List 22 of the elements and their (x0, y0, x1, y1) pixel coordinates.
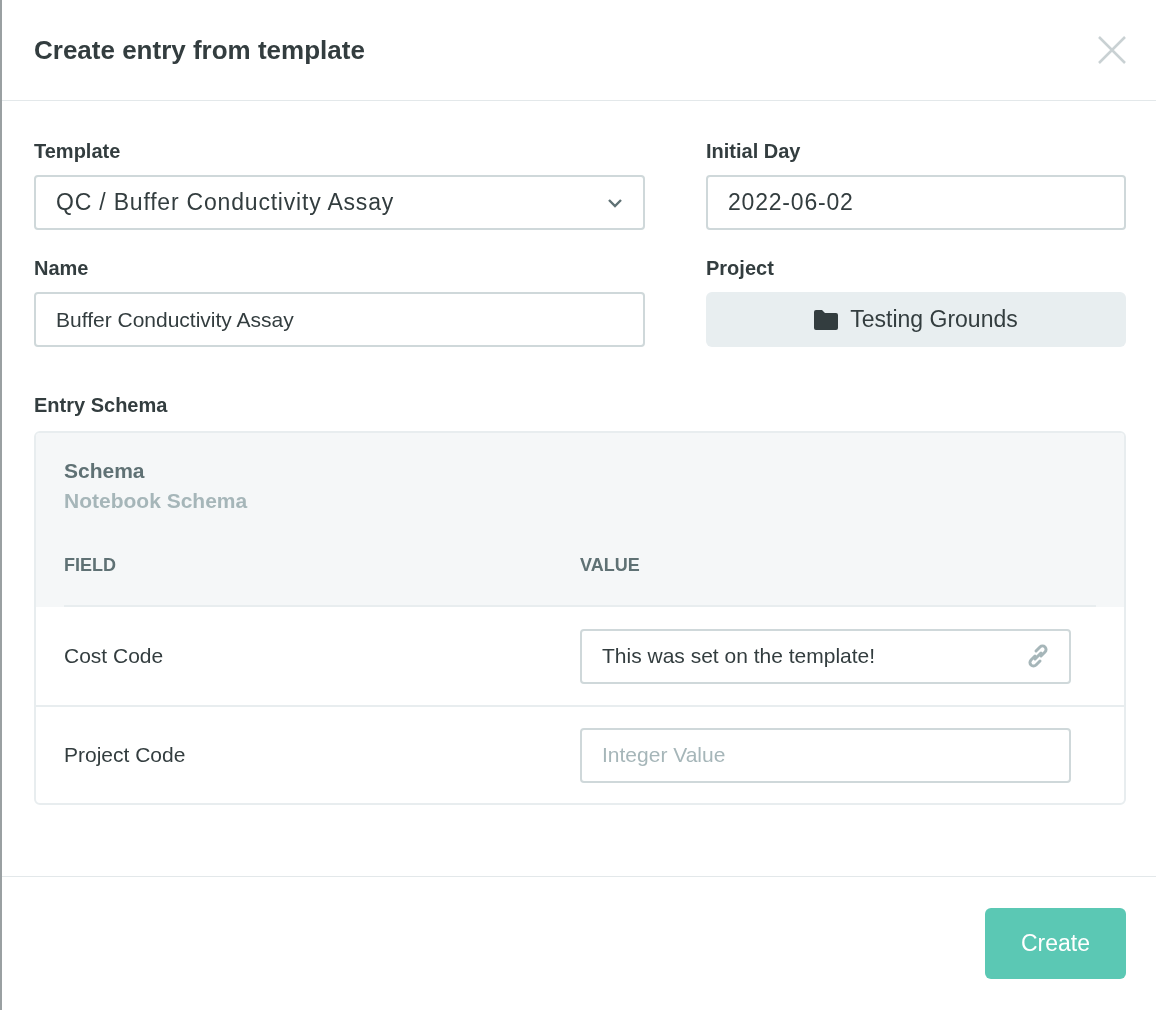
link-icon (1027, 644, 1049, 668)
schema-title: Schema (64, 459, 146, 483)
field-name: Project Code (64, 743, 187, 767)
field-label: Template (34, 139, 122, 163)
field-label: Name (34, 256, 90, 280)
schema-subtitle: Notebook Schema (64, 489, 249, 513)
field-label: Initial Day (706, 139, 802, 163)
dialog-title: Create entry from template (34, 34, 365, 66)
chevron-down-icon (607, 197, 623, 208)
name-field[interactable]: Buffer Conductivity Assay (34, 292, 645, 347)
column-header: FIELD (64, 554, 117, 576)
close-icon (1097, 35, 1127, 65)
folder-icon (814, 309, 839, 330)
template-select[interactable]: QC / Buffer Conductivity Assay (34, 175, 645, 230)
section-label: Entry Schema (34, 394, 168, 416)
date-field[interactable]: 2022-06-02 (706, 175, 1126, 230)
close-button[interactable] (1096, 34, 1128, 66)
column-header: VALUE (580, 554, 641, 576)
field-name: Cost Code (64, 644, 165, 668)
field-label: Project (706, 256, 775, 280)
project-button[interactable]: Testing Grounds (706, 292, 1126, 347)
value-field[interactable]: This was set on the template! (580, 628, 1071, 684)
